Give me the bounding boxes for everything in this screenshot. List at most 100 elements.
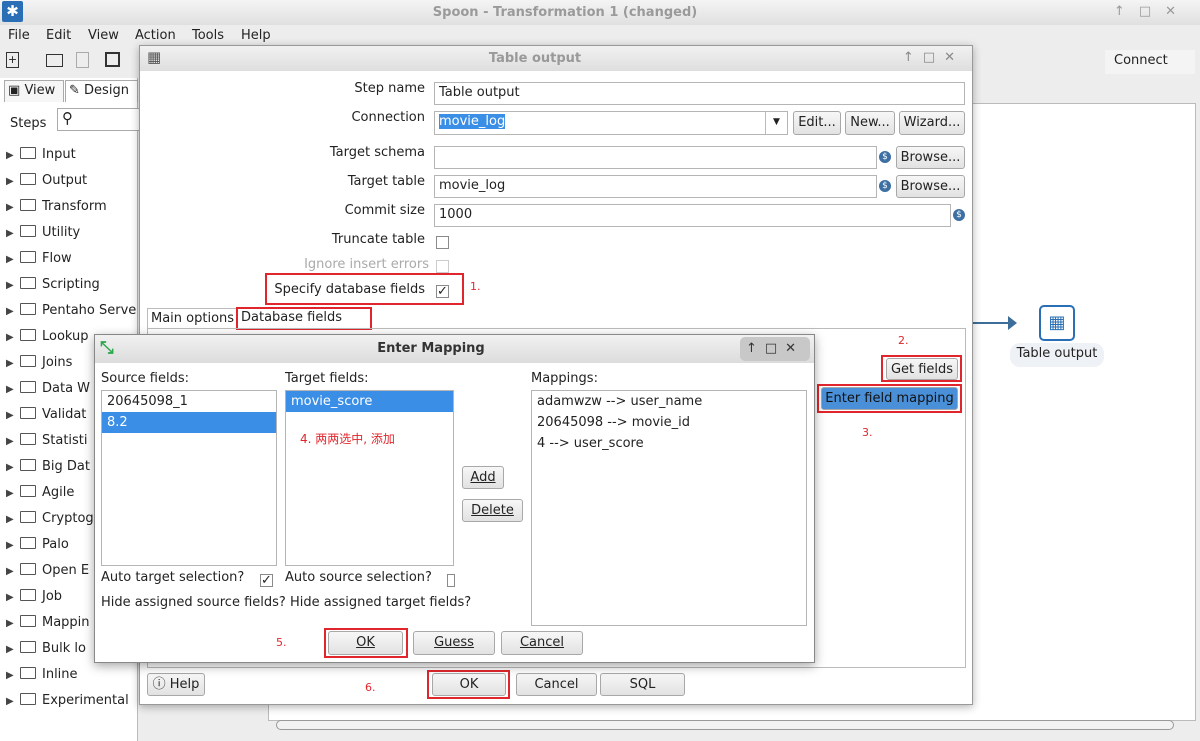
list-item[interactable]: 20645098_1 bbox=[102, 391, 276, 412]
expand-icon[interactable]: ▶ bbox=[6, 484, 20, 504]
browse-table-button[interactable]: Browse... bbox=[896, 175, 965, 198]
step-category[interactable]: ▶ Input bbox=[6, 145, 76, 165]
commit-size-input[interactable]: 1000 bbox=[434, 204, 951, 227]
step-category[interactable]: ▶ Inline bbox=[6, 665, 78, 685]
step-category[interactable]: ▶ Transform bbox=[6, 197, 107, 217]
list-item[interactable]: 8.2 bbox=[102, 412, 276, 433]
target-schema-input[interactable] bbox=[434, 146, 877, 169]
edit-button[interactable]: Edit... bbox=[793, 111, 841, 135]
step-category[interactable]: ▶ Big Dat bbox=[6, 457, 90, 477]
connect-tab[interactable]: Connect bbox=[1105, 50, 1195, 74]
source-fields-list[interactable]: 20645098_1 8.2 bbox=[101, 390, 277, 566]
tab-view[interactable]: ▣ View bbox=[4, 80, 64, 102]
truncate-checkbox[interactable] bbox=[436, 236, 449, 249]
expand-icon[interactable]: ▶ bbox=[6, 510, 20, 530]
guess-button[interactable]: Guess bbox=[413, 631, 495, 655]
list-item[interactable]: 4 --> user_score bbox=[532, 433, 806, 454]
connection-select[interactable]: movie_log ▼ bbox=[434, 111, 788, 135]
mapping-controls[interactable]: ↑□✕ bbox=[740, 337, 810, 361]
step-category[interactable]: ▶ Experimental bbox=[6, 691, 129, 711]
window-controls[interactable]: ↑□✕ bbox=[1114, 4, 1190, 19]
add-button[interactable]: Add bbox=[462, 466, 504, 489]
expand-icon[interactable]: ▶ bbox=[6, 640, 20, 660]
delete-button[interactable]: Delete bbox=[462, 499, 523, 522]
sql-button[interactable]: SQL bbox=[600, 673, 685, 696]
expand-icon[interactable]: ▶ bbox=[6, 562, 20, 582]
target-fields-list[interactable]: movie_score bbox=[285, 390, 454, 566]
step-name-input[interactable]: Table output bbox=[434, 82, 965, 105]
expand-icon[interactable]: ▶ bbox=[6, 302, 20, 322]
list-item[interactable]: adamwzw --> user_name bbox=[532, 391, 806, 412]
step-category[interactable]: ▶ Statisti bbox=[6, 431, 88, 451]
browse-schema-button[interactable]: Browse... bbox=[896, 146, 965, 169]
expand-icon[interactable]: ▶ bbox=[6, 224, 20, 244]
expand-icon[interactable]: ▶ bbox=[6, 614, 20, 634]
expand-icon[interactable]: ▶ bbox=[6, 432, 20, 452]
mappings-list[interactable]: adamwzw --> user_name 20645098 --> movie_… bbox=[531, 390, 807, 626]
expand-icon[interactable]: ▶ bbox=[6, 536, 20, 556]
expand-icon[interactable]: ▶ bbox=[6, 354, 20, 374]
tab-main-options[interactable]: Main options bbox=[147, 308, 237, 329]
auto-source-checkbox[interactable] bbox=[447, 574, 455, 587]
table-output-node[interactable]: ▦ bbox=[1039, 305, 1075, 341]
step-category[interactable]: ▶ Data W bbox=[6, 379, 90, 399]
step-category[interactable]: ▶ Pentaho Serve bbox=[6, 301, 136, 321]
menu-help[interactable]: Help bbox=[241, 28, 271, 43]
step-category-label: Utility bbox=[42, 225, 81, 240]
menu-edit[interactable]: Edit bbox=[46, 28, 71, 43]
ignore-errors-checkbox[interactable] bbox=[436, 260, 449, 273]
menu-file[interactable]: File bbox=[8, 28, 30, 43]
canvas-hscrollbar[interactable] bbox=[276, 720, 1174, 730]
menu-view[interactable]: View bbox=[88, 28, 119, 43]
step-category[interactable]: ▶ Validat bbox=[6, 405, 86, 425]
expand-icon[interactable]: ▶ bbox=[6, 250, 20, 270]
list-item[interactable]: movie_score bbox=[286, 391, 453, 412]
mapping-cancel-button[interactable]: Cancel bbox=[501, 631, 583, 655]
menu-action[interactable]: Action bbox=[135, 28, 176, 43]
step-category[interactable]: ▶ Cryptog bbox=[6, 509, 94, 529]
step-category[interactable]: ▶ Bulk lo bbox=[6, 639, 86, 659]
step-category[interactable]: ▶ Scripting bbox=[6, 275, 100, 295]
dialog-controls[interactable]: ↑□✕ bbox=[903, 50, 964, 65]
tab-design[interactable]: ✎ Design bbox=[65, 80, 138, 102]
save-icon[interactable] bbox=[105, 52, 120, 67]
folder-icon bbox=[20, 589, 36, 601]
expand-icon[interactable]: ▶ bbox=[6, 458, 20, 478]
new-file-icon[interactable]: + bbox=[6, 52, 19, 68]
step-category[interactable]: ▶ Flow bbox=[6, 249, 72, 269]
expand-icon[interactable]: ▶ bbox=[6, 588, 20, 608]
help-button[interactable]: ⓘ Help bbox=[147, 673, 205, 696]
step-category[interactable]: ▶ Mappin bbox=[6, 613, 90, 633]
expand-icon[interactable]: ▶ bbox=[6, 328, 20, 348]
step-category[interactable]: ▶ Agile bbox=[6, 483, 74, 503]
step-category-label: Scripting bbox=[42, 277, 100, 292]
cancel-button[interactable]: Cancel bbox=[516, 673, 597, 696]
open-icon[interactable] bbox=[46, 54, 63, 67]
step-category[interactable]: ▶ Output bbox=[6, 171, 87, 191]
wizard-button[interactable]: Wizard... bbox=[899, 111, 965, 135]
step-category[interactable]: ▶ Palo bbox=[6, 535, 69, 555]
expand-icon[interactable]: ▶ bbox=[6, 666, 20, 686]
auto-target-checkbox[interactable]: ✓ bbox=[260, 574, 273, 587]
explore-icon[interactable] bbox=[76, 52, 89, 68]
expand-icon[interactable]: ▶ bbox=[6, 146, 20, 166]
step-category[interactable]: ▶ Utility bbox=[6, 223, 80, 243]
step-category[interactable]: ▶ Joins bbox=[6, 353, 72, 373]
expand-icon[interactable]: ▶ bbox=[6, 406, 20, 426]
menu-tools[interactable]: Tools bbox=[192, 28, 224, 43]
expand-icon[interactable]: ▶ bbox=[6, 380, 20, 400]
list-item[interactable]: 20645098 --> movie_id bbox=[532, 412, 806, 433]
new-button[interactable]: New... bbox=[845, 111, 895, 135]
step-category[interactable]: ▶ Job bbox=[6, 587, 62, 607]
expand-icon[interactable]: ▶ bbox=[6, 692, 20, 712]
target-table-input[interactable]: movie_log bbox=[434, 175, 877, 198]
expand-icon[interactable]: ▶ bbox=[6, 198, 20, 218]
expand-icon[interactable]: ▶ bbox=[6, 276, 20, 296]
step-category[interactable]: ▶ Open E bbox=[6, 561, 89, 581]
step-category[interactable]: ▶ Lookup bbox=[6, 327, 89, 347]
expand-icon[interactable]: ▶ bbox=[6, 172, 20, 192]
step-category-label: Job bbox=[42, 589, 63, 604]
chevron-down-icon: ▼ bbox=[765, 112, 787, 134]
ignore-errors-label: Ignore insert errors bbox=[304, 257, 429, 272]
steps-search-input[interactable]: ⚲ bbox=[57, 108, 142, 131]
